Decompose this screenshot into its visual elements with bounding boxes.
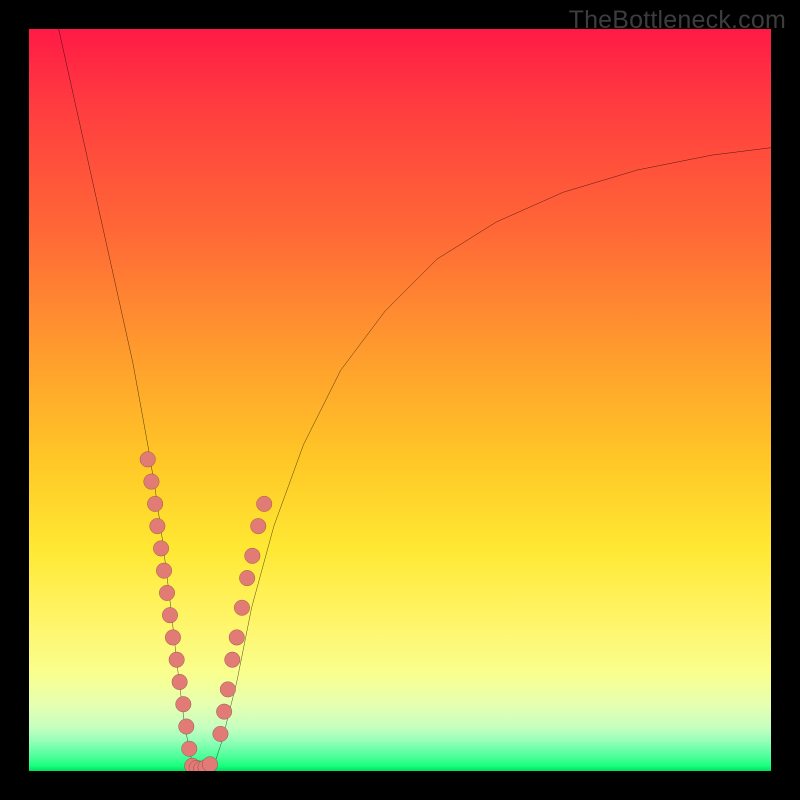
chart-frame: TheBottleneck.com: [0, 0, 800, 800]
watermark-text: TheBottleneck.com: [569, 6, 786, 35]
chart-gradient-background: [29, 29, 771, 771]
